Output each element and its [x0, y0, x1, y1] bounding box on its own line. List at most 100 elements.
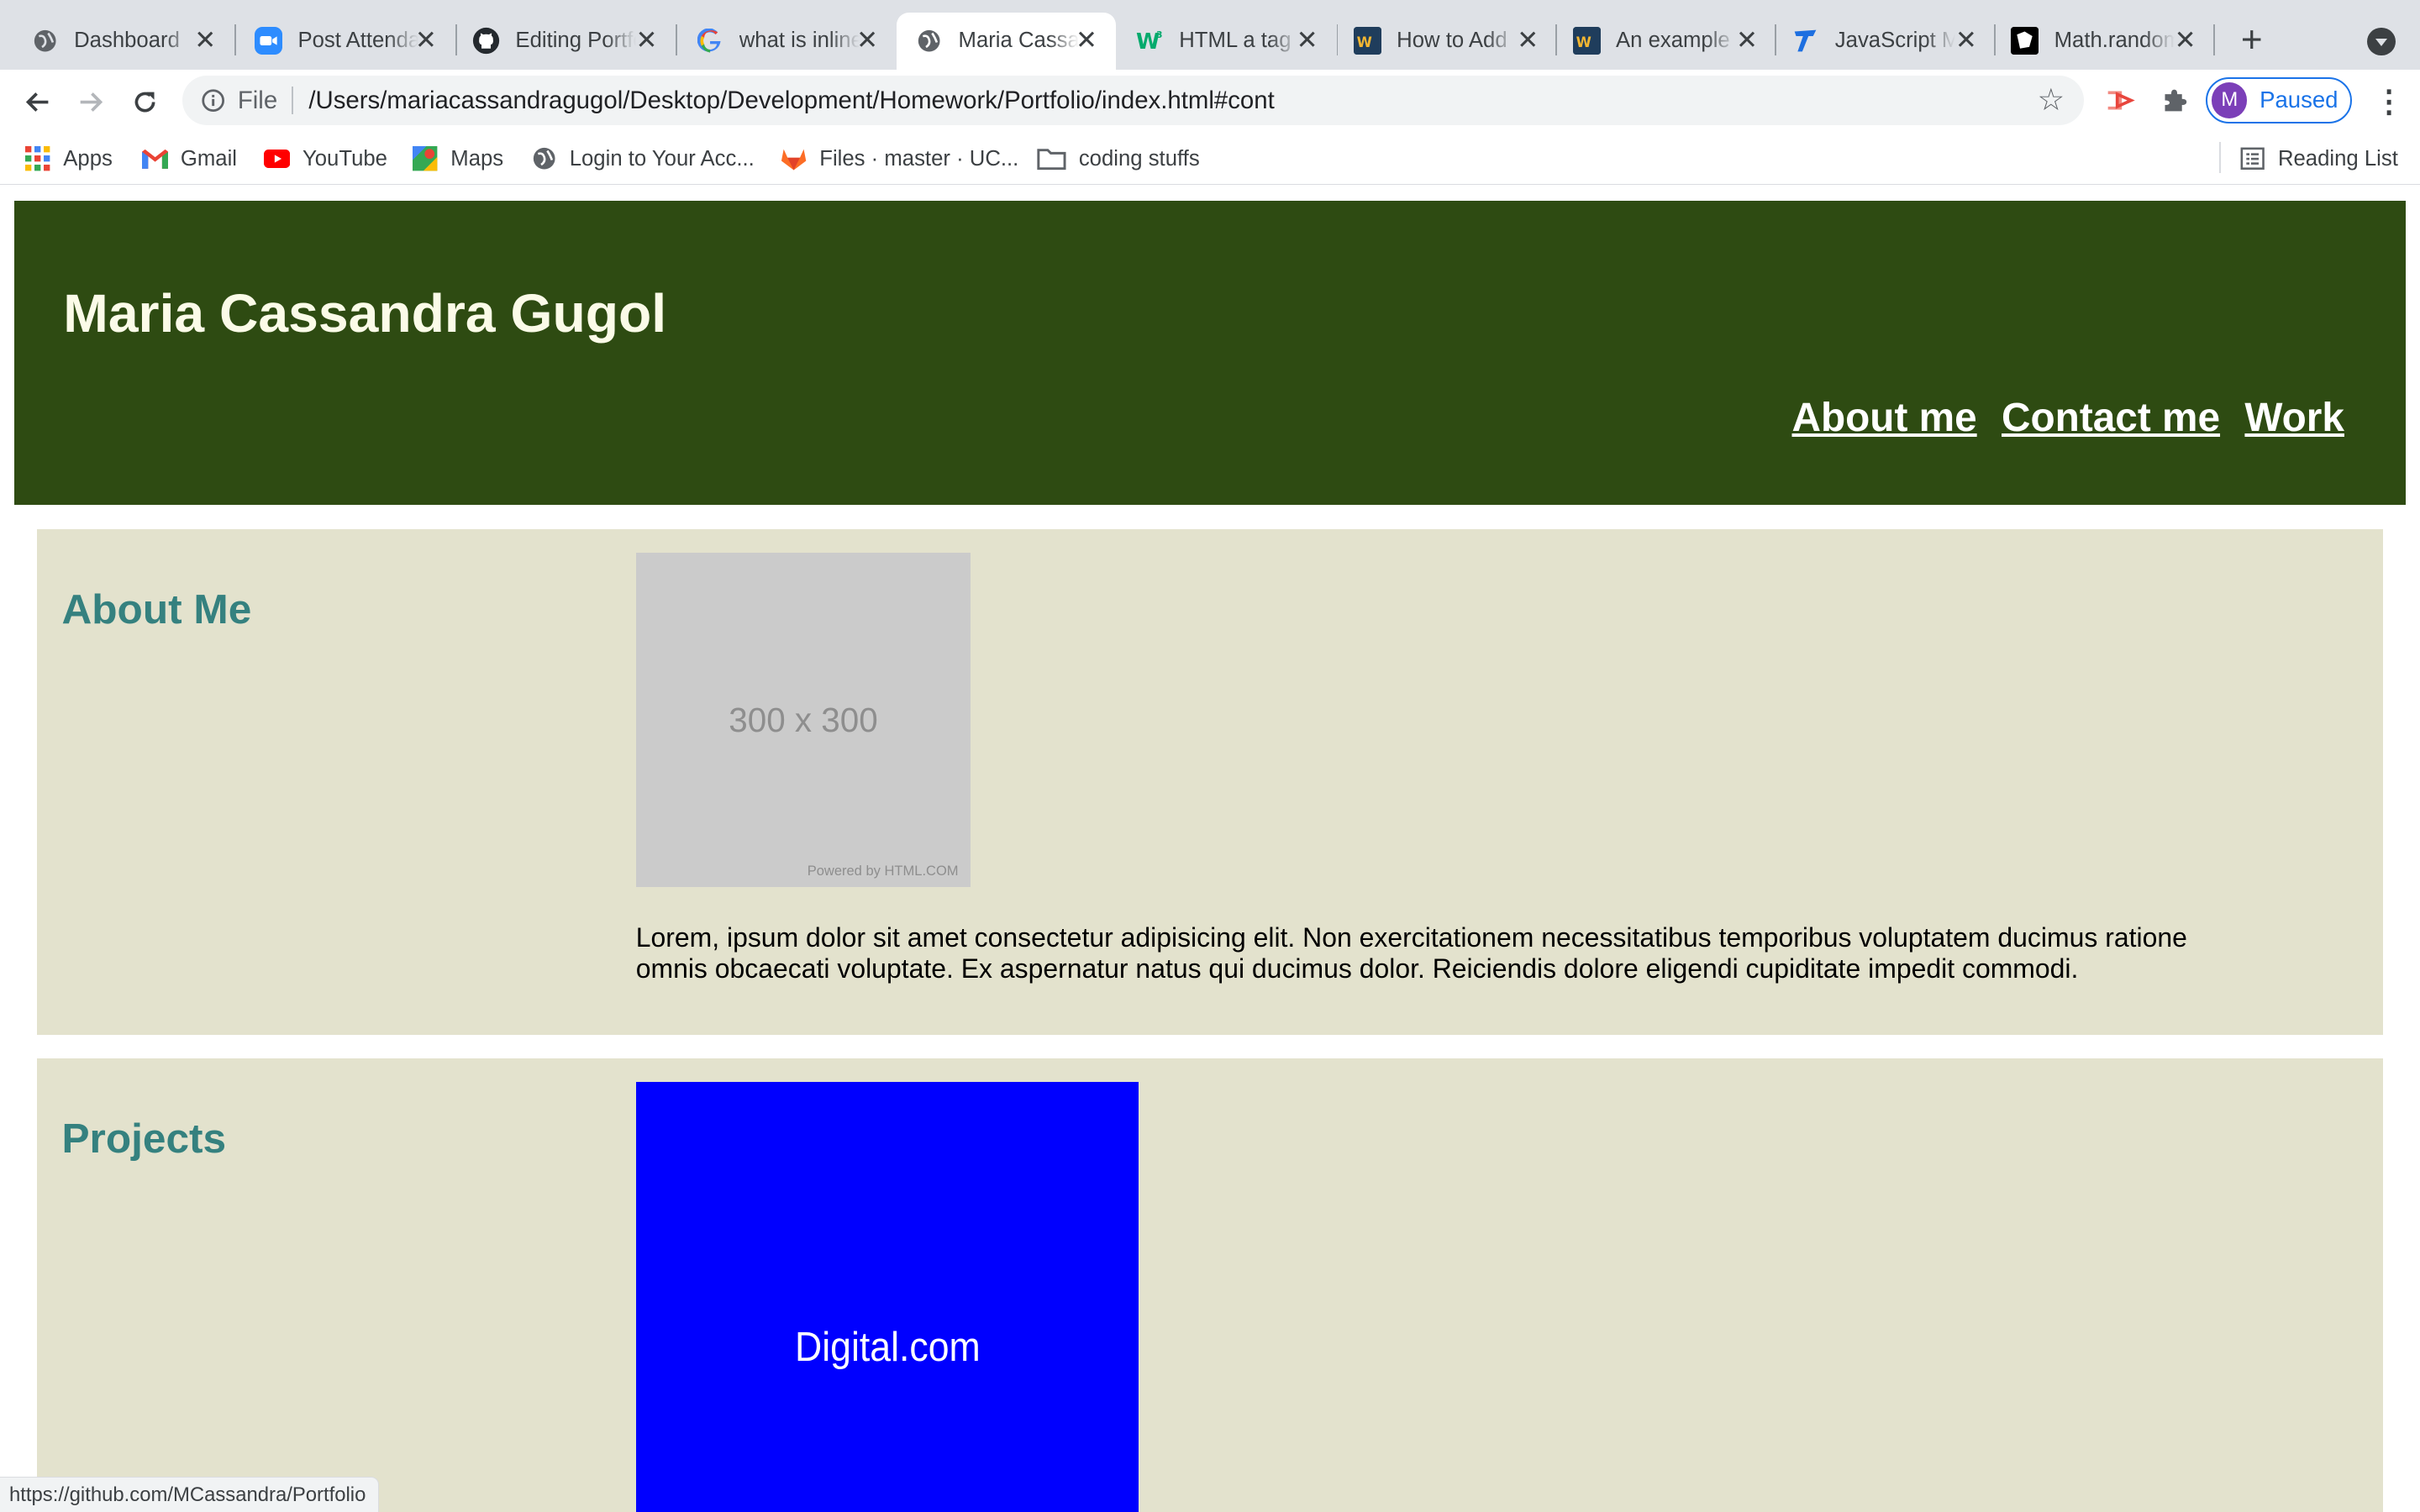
tutorial-icon [1791, 27, 1819, 55]
tab-dashboard[interactable]: Dashboard ✕ [0, 13, 234, 70]
bookmark-login[interactable]: Login to Your Acc... [531, 144, 755, 175]
close-icon[interactable]: ✕ [1733, 26, 1761, 54]
google-icon [696, 27, 723, 55]
close-icon[interactable]: ✕ [2171, 26, 2199, 54]
close-icon[interactable]: ✕ [1952, 26, 1980, 54]
zoom-icon [255, 27, 283, 55]
close-icon[interactable]: ✕ [1293, 26, 1321, 54]
close-icon[interactable]: ✕ [1073, 26, 1101, 54]
site-header: Maria Cassandra Gugol About me Contact m… [13, 200, 2407, 505]
bookmark-star-icon[interactable]: ☆ [2034, 82, 2068, 117]
close-icon[interactable]: ✕ [633, 26, 660, 54]
forward-button[interactable] [71, 81, 111, 122]
apps-grid-icon [24, 146, 50, 172]
browser-toolbar: File /Users/mariacassandragugol/Desktop/… [0, 69, 2420, 133]
svg-text:3: 3 [1156, 29, 1163, 40]
tab-how-to-add[interactable]: W How to Add ✕ [1338, 13, 1557, 70]
tab-what-is-inline[interactable]: what is inline ✕ [677, 13, 897, 70]
bookmark-label: Files · master · UC... [819, 146, 1019, 171]
tab-math-random[interactable]: Math.random ✕ [1996, 13, 2215, 70]
bookmark-label: coding stuffs [1078, 146, 1200, 171]
status-url-bubble: https://github.com/MCassandra/Portfolio [0, 1476, 380, 1512]
reading-list-icon [2239, 146, 2265, 172]
address-bar[interactable]: File /Users/mariacassandragugol/Desktop/… [182, 75, 2084, 125]
close-icon[interactable]: ✕ [192, 26, 219, 54]
nav-link-contact-me[interactable]: Contact me [2002, 395, 2220, 441]
profile-status: Paused [2260, 86, 2338, 113]
page-viewport: Maria Cassandra Gugol About me Contact m… [0, 186, 2420, 1512]
bookmark-gitlab-files[interactable]: Files · master · UC... [781, 144, 1018, 175]
gmail-icon [141, 146, 169, 172]
bookmark-folder-coding-stuffs[interactable]: coding stuffs [1037, 144, 1200, 175]
w3schools-icon: W3 [1136, 27, 1164, 55]
bookmark-label: Apps [63, 146, 113, 171]
bookmark-maps[interactable]: Maps [412, 144, 503, 175]
scheme-label: File [237, 86, 278, 114]
webucator-icon: W [1572, 27, 1601, 55]
maps-icon [412, 146, 438, 172]
mdn-icon [2011, 27, 2039, 55]
close-icon[interactable]: ✕ [412, 26, 439, 54]
back-arrow-icon [25, 92, 48, 112]
site-nav: About me Contact me Work [1791, 395, 2344, 441]
url-text[interactable]: /Users/mariacassandragugol/Desktop/Devel… [308, 87, 1274, 115]
github-icon [472, 27, 500, 55]
tab-an-example[interactable]: W An example ✕ [1557, 13, 1776, 70]
globe-icon [915, 27, 943, 55]
tab-strip: Dashboard ✕ Post Attendance ✕ Editing Po… [0, 0, 2420, 70]
about-section: About Me 300 x 300 Powered by HTML.COM L… [37, 528, 2383, 1036]
reload-icon [134, 92, 155, 113]
bookmark-youtube[interactable]: YouTube [264, 144, 387, 175]
globe-icon [531, 146, 557, 172]
gitlab-icon [781, 146, 807, 172]
svg-text:W: W [1576, 34, 1591, 50]
projects-heading: Projects [61, 1115, 227, 1163]
reading-list-label: Reading List [2277, 146, 2398, 171]
forward-arrow-icon [80, 92, 103, 112]
project-image-label: Digital.com [794, 1323, 981, 1371]
close-icon[interactable]: ✕ [854, 26, 881, 54]
extensions-button[interactable] [2158, 83, 2191, 117]
tab-html-a-tag[interactable]: W3 HTML a tag ✕ [1118, 13, 1337, 70]
back-button[interactable] [17, 81, 57, 122]
bookmark-apps[interactable]: Apps [24, 144, 113, 175]
extension-icon[interactable] [2103, 83, 2137, 117]
new-tab-button[interactable]: + [2232, 21, 2272, 62]
bookmarks-bar: Apps Gmail YouTube Maps Login to Your Ac… [0, 132, 2420, 186]
project-image-link[interactable]: Digital.com [635, 1081, 1139, 1512]
profile-button[interactable]: M Paused [2205, 76, 2353, 123]
tab-javascript-math[interactable]: JavaScript Math ✕ [1776, 13, 1996, 70]
tab-post-attendance[interactable]: Post Attendance ✕ [236, 13, 455, 70]
tab-editing-portfolio[interactable]: Editing Portfolio ✕ [457, 13, 676, 70]
bookmark-gmail[interactable]: Gmail [141, 144, 237, 175]
browser-window: Dashboard ✕ Post Attendance ✕ Editing Po… [0, 0, 2420, 1512]
bookmarks-divider [2219, 141, 2221, 173]
address-divider [292, 86, 293, 114]
reload-button[interactable] [125, 81, 166, 122]
tab-search-icon[interactable] [2367, 28, 2396, 56]
profile-image-placeholder: 300 x 300 Powered by HTML.COM [635, 552, 971, 888]
svg-text:W: W [1356, 34, 1371, 50]
about-paragraph: Lorem, ipsum dolor sit amet consectetur … [635, 922, 2187, 984]
image-credit: Powered by HTML.COM [807, 862, 959, 879]
reading-list-button[interactable]: Reading List [2239, 144, 2398, 175]
puzzle-icon [2165, 89, 2187, 112]
info-icon[interactable] [201, 88, 225, 113]
nav-link-work[interactable]: Work [2244, 395, 2344, 441]
image-size-label: 300 x 300 [729, 700, 878, 739]
bookmark-label: Gmail [180, 146, 237, 171]
close-icon[interactable]: ✕ [1514, 26, 1542, 54]
webucator-icon: W [1353, 27, 1381, 55]
nav-link-about-me[interactable]: About me [1791, 395, 1976, 441]
tab-maria-cassandra[interactable]: Maria Cassandra ✕ [897, 12, 1116, 70]
folder-icon [1037, 146, 1066, 172]
bookmark-label: YouTube [302, 146, 387, 171]
site-title: Maria Cassandra Gugol [63, 283, 667, 344]
projects-section: Projects Digital.com [37, 1058, 2383, 1512]
tab-divider [2212, 24, 2215, 56]
globe-icon [31, 27, 59, 55]
more-menu-icon[interactable]: ⋮ [2374, 84, 2405, 118]
avatar: M [2212, 82, 2248, 118]
bookmark-label: Maps [450, 146, 504, 171]
screencast-icon [2107, 91, 2135, 110]
